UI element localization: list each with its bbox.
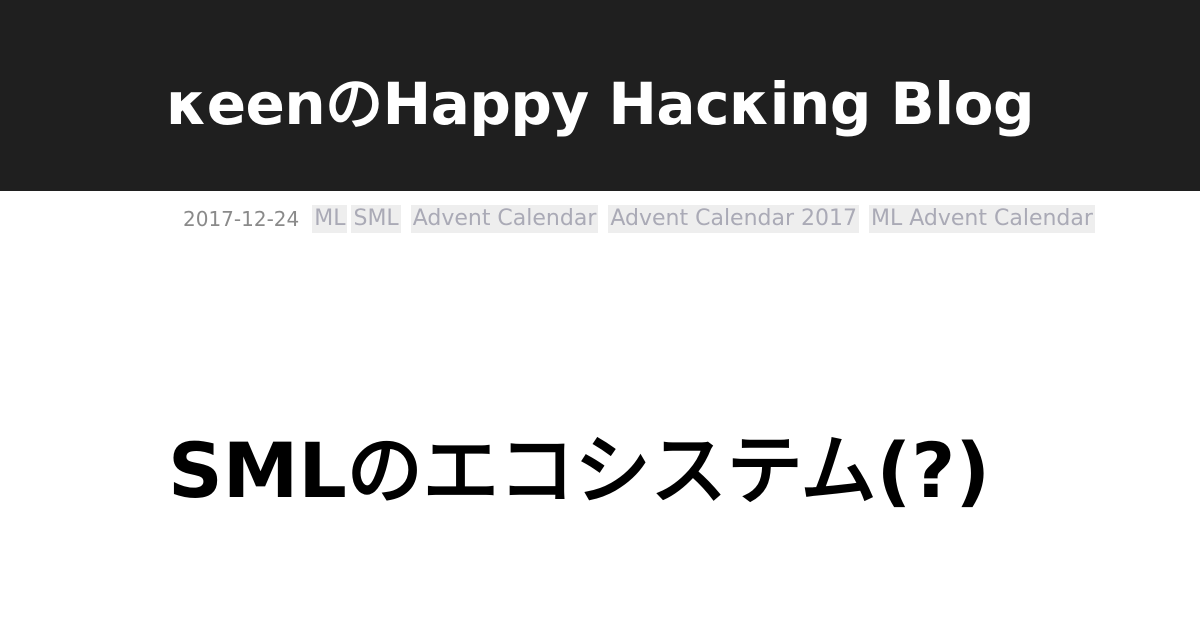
site-title-link[interactable]: κeenのHappy Hacκing Blog [166, 57, 1035, 141]
post-title: SMLのエコシステム(?) [168, 425, 991, 515]
og-card: κeenのHappy Hacκing Blog 2017-12-24 ML SM… [0, 0, 1200, 630]
post-date: 2017-12-24 [183, 207, 300, 231]
post-meta: 2017-12-24 ML SML Advent Calendar Advent… [183, 203, 1105, 235]
tag-advent-calendar[interactable]: Advent Calendar [410, 205, 599, 233]
tag-ml[interactable]: ML [312, 205, 348, 233]
tag-advent-calendar-2017[interactable]: Advent Calendar 2017 [608, 205, 860, 233]
tag-list: ML SML Advent Calendar Advent Calendar 2… [312, 205, 1105, 233]
tag-ml-advent-calendar[interactable]: ML Advent Calendar [869, 205, 1095, 233]
site-header: κeenのHappy Hacκing Blog [0, 0, 1200, 191]
tag-sml[interactable]: SML [351, 205, 401, 233]
